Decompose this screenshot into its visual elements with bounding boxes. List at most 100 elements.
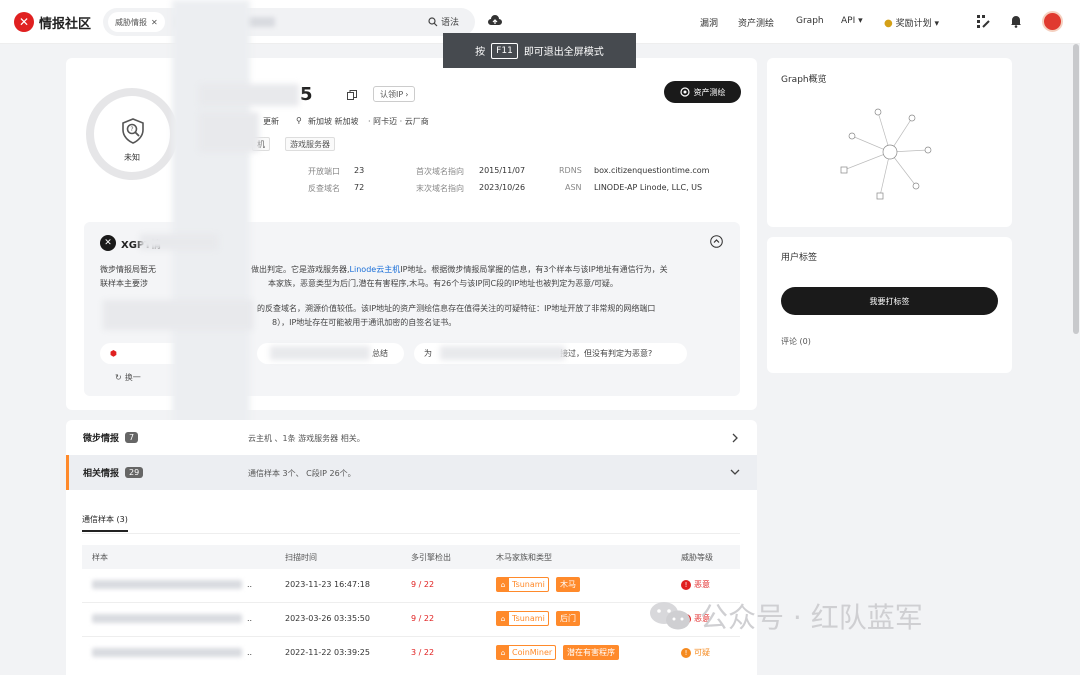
xgpt-icon: ✕ bbox=[100, 235, 116, 251]
family-tag[interactable]: ⌂ Tsunami bbox=[496, 577, 549, 592]
family-tag[interactable]: ⌂ CoinMiner bbox=[496, 645, 557, 660]
reverse-domains-label: 反查域名 bbox=[308, 184, 340, 193]
tab-communication-samples[interactable]: 通信样本 (3) bbox=[82, 514, 128, 532]
chevron-down-icon[interactable] bbox=[730, 467, 740, 477]
table-row-time: 2023-11-23 16:47:18 bbox=[285, 580, 370, 589]
tools-icon[interactable] bbox=[976, 14, 990, 28]
col-threat: 威胁等级 bbox=[681, 553, 713, 562]
table-row-detect: 3 / 22 bbox=[411, 648, 435, 657]
user-tags-title: 用户标签 bbox=[781, 253, 818, 263]
section-threatbook-intel[interactable] bbox=[66, 420, 757, 455]
row-divider bbox=[82, 636, 740, 637]
section-2-count: 29 bbox=[125, 467, 144, 478]
last-seen-value: 2023/10/26 bbox=[479, 183, 526, 192]
refresh-suggestions-button[interactable]: ↻ 换一 bbox=[115, 372, 141, 383]
section-2-desc: 通信样本 3个、 C段IP 26个。 bbox=[248, 469, 356, 478]
table-row-hash[interactable] bbox=[92, 614, 242, 623]
section-1-title: 微步情报 7 bbox=[83, 431, 139, 444]
type-tag[interactable]: 后门 bbox=[556, 611, 580, 626]
type-tag[interactable]: 潜在有害程序 bbox=[563, 645, 619, 660]
fullscreen-tip: 按 F11 即可退出全屏模式 bbox=[443, 33, 636, 68]
graph-card-title: Graph概览 bbox=[781, 75, 827, 85]
first-seen-label: 首次域名指向 bbox=[416, 167, 464, 176]
tag-game-server[interactable]: 游戏服务器 bbox=[285, 137, 335, 151]
threat-level: !恶意 bbox=[681, 579, 710, 590]
verdict-badge: ? 未知 bbox=[86, 88, 178, 180]
logo-icon: ✕ bbox=[14, 12, 34, 32]
redaction-pill2 bbox=[270, 346, 370, 360]
location-text: 新加坡 新加坡 bbox=[308, 117, 359, 126]
tip-prefix: 按 bbox=[475, 47, 486, 58]
asset-mapping-button[interactable]: 资产测绘 bbox=[664, 81, 741, 103]
refresh-icon: ↻ bbox=[115, 373, 122, 382]
last-seen-label: 末次域名指向 bbox=[416, 184, 464, 193]
search-tag-label: 威胁情报 bbox=[115, 17, 147, 27]
family-tag[interactable]: ⌂ Tsunami bbox=[496, 611, 549, 626]
row-divider bbox=[82, 602, 740, 603]
unknown-search-icon: ? bbox=[122, 118, 144, 144]
scrollbar[interactable] bbox=[1073, 44, 1079, 334]
chevron-right-icon[interactable] bbox=[730, 433, 740, 443]
type-tag[interactable]: 木马 bbox=[556, 577, 580, 592]
cloud-upload-icon[interactable] bbox=[488, 15, 502, 27]
tab-divider bbox=[82, 533, 740, 534]
redaction-meta bbox=[199, 112, 259, 152]
threat-level: ! 可疑 bbox=[681, 647, 710, 658]
section-1-desc: 云主机 、1条 游戏服务器 相关。 bbox=[248, 434, 365, 443]
search-icon bbox=[428, 16, 438, 26]
search-bar[interactable]: 威胁情报 ✕ 语法 bbox=[103, 8, 475, 36]
nav-graph[interactable]: Graph bbox=[796, 16, 824, 26]
asn-value: LINODE-AP Linode, LLC, US bbox=[594, 183, 703, 192]
tip-text: 即可退出全屏模式 bbox=[523, 47, 604, 58]
radar-icon bbox=[679, 87, 690, 97]
redaction-title bbox=[140, 234, 218, 250]
comments-link[interactable]: 评论 (0) bbox=[781, 336, 811, 347]
alert-icon: ! bbox=[681, 579, 691, 590]
open-ports-value[interactable]: 23 bbox=[354, 166, 364, 175]
reverse-domains-value[interactable]: 72 bbox=[354, 183, 364, 192]
section-2-title: 相关情报 29 bbox=[83, 466, 144, 479]
open-ports-label: 开放端口 bbox=[308, 167, 340, 176]
watermark: 公众号 · 红队蓝军 bbox=[648, 596, 923, 636]
chevron-up-icon[interactable] bbox=[710, 235, 723, 248]
logo[interactable]: ✕ 情报社区 bbox=[14, 12, 91, 32]
redaction-pill3 bbox=[440, 346, 565, 360]
rdns-label: RDNS bbox=[559, 166, 582, 175]
add-tag-button[interactable]: 我要打标签 bbox=[781, 287, 998, 315]
syntax-button[interactable]: 语法 bbox=[428, 15, 459, 28]
table-row-hash-tail: .. bbox=[247, 580, 253, 589]
col-detection[interactable]: 多引擎检出 bbox=[411, 552, 451, 563]
nav-asset[interactable]: 资产测绘 bbox=[738, 16, 774, 29]
table-row-hash[interactable] bbox=[92, 580, 242, 589]
avatar[interactable] bbox=[1042, 11, 1063, 32]
copy-icon[interactable] bbox=[347, 90, 357, 100]
close-icon[interactable]: ✕ bbox=[151, 18, 158, 27]
wechat-icon bbox=[650, 602, 690, 630]
bell-icon[interactable] bbox=[1009, 14, 1023, 28]
nav-reward[interactable]: ● 奖励计划 ▾ bbox=[884, 16, 939, 29]
family-icon: ⌂ bbox=[497, 646, 509, 659]
location-extra: · 阿卡迈 · 云厂商 bbox=[368, 117, 429, 126]
logo-text: 情报社区 bbox=[39, 16, 92, 32]
tip-key: F11 bbox=[491, 42, 518, 59]
redaction-para bbox=[103, 300, 253, 330]
redaction-ip bbox=[199, 84, 299, 106]
search-tag[interactable]: 威胁情报 ✕ bbox=[108, 12, 165, 32]
syntax-label: 语法 bbox=[441, 18, 460, 28]
table-row-hash[interactable] bbox=[92, 648, 242, 657]
section-1-count: 7 bbox=[125, 432, 139, 443]
nav-api[interactable]: API ▾ bbox=[841, 16, 863, 26]
family-icon: ⌂ bbox=[497, 612, 509, 625]
linode-link[interactable]: Linode云主机 bbox=[350, 265, 401, 274]
location-pin-icon: ⚲ bbox=[296, 116, 302, 125]
col-scan-time[interactable]: 扫描时间 bbox=[285, 552, 317, 563]
nav-vuln[interactable]: 漏洞 bbox=[700, 16, 718, 29]
rdns-value: box.citizenquestiontime.com bbox=[594, 166, 710, 175]
family-icon: ⌂ bbox=[497, 578, 509, 591]
table-row-hash-tail: .. bbox=[247, 614, 253, 623]
col-family: 木马家族和类型 bbox=[496, 553, 552, 562]
graph-thumbnail[interactable] bbox=[830, 100, 950, 210]
section-related-intel[interactable] bbox=[66, 455, 757, 490]
asn-label: ASN bbox=[565, 183, 582, 192]
claim-ip-button[interactable]: 认领IP › bbox=[373, 86, 416, 102]
